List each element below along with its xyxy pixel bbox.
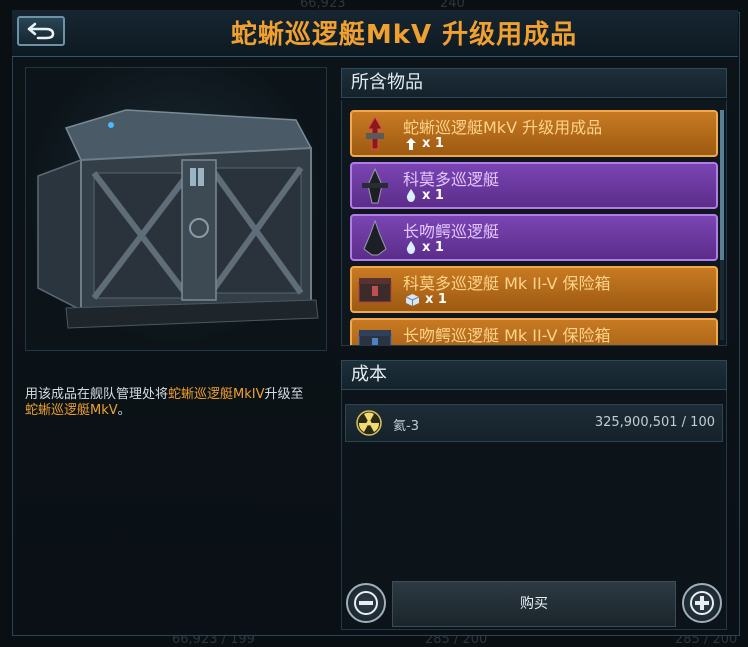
box-icon — [406, 346, 419, 347]
crate-icon — [356, 271, 394, 309]
minus-icon — [354, 591, 378, 615]
item-quantity: x 1 — [406, 136, 444, 151]
crate-icon — [356, 323, 394, 345]
desc-upgrade-to: 蛇蜥巡逻艇MkV — [25, 403, 118, 418]
item-description: 用该成品在舰队管理处将蛇蜥巡逻艇MkIV升级至蛇蜥巡逻艇MkV。 — [25, 387, 330, 419]
cost-heading: 成本 — [341, 360, 727, 390]
list-item[interactable]: 蛇蜥巡逻艇MkV 升级用成品 x 1 — [350, 110, 718, 157]
item-qty-text: x 1 — [422, 136, 444, 151]
back-arrow-icon — [27, 22, 55, 40]
box-icon — [406, 293, 419, 306]
plus-icon — [690, 591, 714, 615]
crate-icon — [37, 109, 319, 329]
ship-icon — [356, 219, 394, 257]
item-quantity: x 1 — [406, 292, 447, 307]
item-qty-text: x 1 — [422, 240, 444, 255]
back-button[interactable] — [17, 16, 65, 46]
scroll-thumb[interactable] — [720, 110, 724, 260]
desc-prefix: 用该成品在舰队管理处将 — [25, 387, 169, 402]
item-name: 科莫多巡逻艇 Mk II-V 保险箱 — [403, 274, 611, 293]
item-name: 蛇蜥巡逻艇MkV 升级用成品 — [403, 118, 603, 137]
list-item[interactable]: 长吻鳄巡逻艇 Mk II-V 保险箱 x 1 — [350, 318, 718, 347]
item-qty-text: x 1 — [425, 344, 447, 345]
list-item[interactable]: 科莫多巡逻艇 x 1 — [350, 162, 718, 209]
item-qty-text: x 1 — [422, 188, 444, 203]
upgrade-arrow-icon — [406, 137, 416, 150]
item-name: 科莫多巡逻艇 — [403, 170, 500, 189]
contents-scrollbar[interactable] — [720, 110, 724, 340]
item-quantity: x 1 — [406, 188, 444, 203]
cost-row: 氦-3 325,900,501 / 100 — [345, 404, 723, 442]
water-drop-icon — [406, 241, 416, 254]
list-item[interactable]: 科莫多巡逻艇 Mk II-V 保险箱 x 1 — [350, 266, 718, 313]
contents-heading: 所含物品 — [341, 68, 727, 98]
page-title: 蛇蜥巡逻艇MkV 升级用成品 — [230, 20, 578, 50]
ship-icon — [356, 167, 394, 205]
item-qty-text: x 1 — [425, 292, 447, 307]
radiation-icon — [356, 410, 382, 436]
increase-button[interactable] — [682, 583, 722, 623]
item-preview — [25, 67, 327, 351]
water-drop-icon — [406, 189, 416, 202]
item-name: 长吻鳄巡逻艇 Mk II-V 保险箱 — [403, 326, 611, 345]
buy-button[interactable]: 购买 — [392, 581, 676, 627]
desc-suffix: 。 — [117, 403, 131, 418]
contents-list[interactable]: 蛇蜥巡逻艇MkV 升级用成品 x 1 科莫多巡逻艇 x 1 长吻鳄巡逻艇 x 1 — [341, 100, 727, 346]
ship-upgrade-icon — [356, 115, 394, 153]
item-name: 长吻鳄巡逻艇 — [403, 222, 500, 241]
desc-middle: 升级至 — [264, 387, 304, 402]
decrease-button[interactable] — [346, 583, 386, 623]
cost-resource-amount: 325,900,501 / 100 — [594, 415, 715, 430]
item-quantity: x 1 — [406, 240, 444, 255]
item-quantity: x 1 — [406, 344, 447, 347]
desc-upgrade-from: 蛇蜥巡逻艇MkIV — [168, 387, 265, 402]
cost-resource-name: 氦-3 — [393, 419, 419, 434]
list-item[interactable]: 长吻鳄巡逻艇 x 1 — [350, 214, 718, 261]
